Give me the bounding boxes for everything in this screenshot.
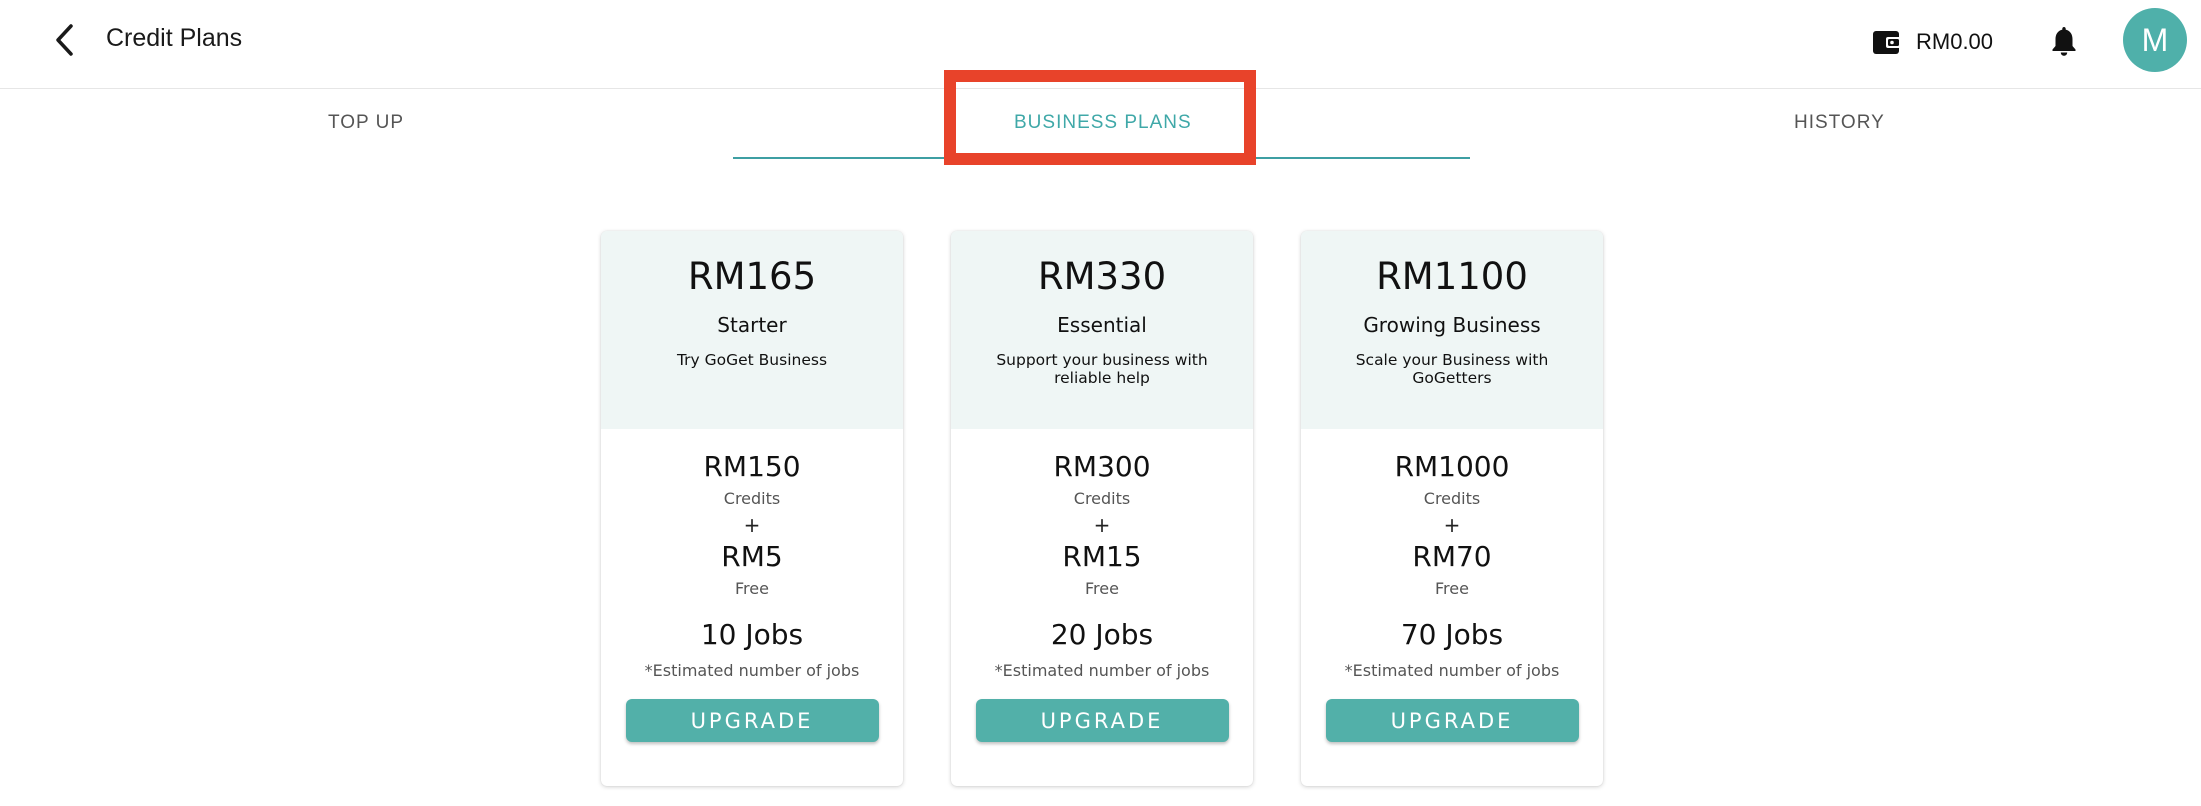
credits-label: Credits [1423,489,1481,508]
wallet-icon [1873,31,1901,54]
credits-amount: RM150 [703,450,801,483]
plan-description: Support your business with reliable help [996,351,1208,387]
back-button[interactable] [44,20,84,60]
free-amount: RM15 [1062,540,1142,573]
top-app-bar: Credit Plans RM0.00 M [0,0,2201,89]
tab-history[interactable]: HISTORY [1794,112,1885,142]
plan-name: Starter [717,313,787,337]
free-label: Free [735,579,769,598]
page-title: Credit Plans [106,24,243,52]
plan-card-starter: RM165 Starter Try GoGet Business RM150 C… [601,231,903,786]
plan-card-body: RM300 Credits + RM15 Free 20 Jobs *Estim… [951,429,1253,742]
plan-name: Growing Business [1363,313,1541,337]
active-tab-indicator [733,157,1470,159]
jobs-note: *Estimated number of jobs [644,661,860,680]
chevron-left-icon [56,24,73,56]
upgrade-button[interactable]: UPGRADE [625,699,879,742]
plan-card-header: RM165 Starter Try GoGet Business [601,231,903,429]
plan-card-header: RM1100 Growing Business Scale your Busin… [1301,231,1603,429]
jobs-count: 20 Jobs [1050,618,1154,651]
plan-description: Try GoGet Business [676,351,828,369]
jobs-count: 10 Jobs [700,618,804,651]
plan-card-header: RM330 Essential Support your business wi… [951,231,1253,429]
free-amount: RM5 [721,540,783,573]
tab-business-plans[interactable]: BUSINESS PLANS [1014,112,1192,142]
plan-card-essential: RM330 Essential Support your business wi… [951,231,1253,786]
plan-price: RM1100 [1376,255,1528,298]
credits-label: Credits [723,489,781,508]
upgrade-button[interactable]: UPGRADE [975,699,1229,742]
credits-amount: RM1000 [1394,450,1510,483]
free-label: Free [1435,579,1469,598]
wallet-balance[interactable]: RM0.00 [1872,24,1993,60]
bell-icon [2052,27,2076,56]
wallet-amount: RM0.00 [1916,29,1994,54]
plus-sign: + [743,513,761,537]
tab-top-up[interactable]: TOP UP [328,112,404,142]
plan-description: Scale your Business with GoGetters [1355,351,1549,387]
avatar[interactable]: M [2123,8,2187,72]
plan-price: RM330 [1037,255,1167,298]
free-label: Free [1085,579,1119,598]
upgrade-button[interactable]: UPGRADE [1325,699,1579,742]
plus-sign: + [1093,513,1111,537]
credits-label: Credits [1073,489,1131,508]
free-amount: RM70 [1412,540,1492,573]
credits-amount: RM300 [1053,450,1151,483]
notifications-button[interactable] [2046,22,2082,60]
jobs-note: *Estimated number of jobs [1344,661,1560,680]
plus-sign: + [1443,513,1461,537]
plan-name: Essential [1057,313,1147,337]
plans-list: RM165 Starter Try GoGet Business RM150 C… [601,231,1603,786]
plan-card-body: RM150 Credits + RM5 Free 10 Jobs *Estima… [601,429,903,742]
tab-bar: TOP UP BUSINESS PLANS HISTORY [0,90,2201,160]
plan-price: RM165 [687,255,817,298]
plan-card-growing-business: RM1100 Growing Business Scale your Busin… [1301,231,1603,786]
jobs-count: 70 Jobs [1400,618,1504,651]
plan-card-body: RM1000 Credits + RM70 Free 70 Jobs *Esti… [1301,429,1603,742]
avatar-initial: M [2141,21,2169,58]
jobs-note: *Estimated number of jobs [994,661,1210,680]
